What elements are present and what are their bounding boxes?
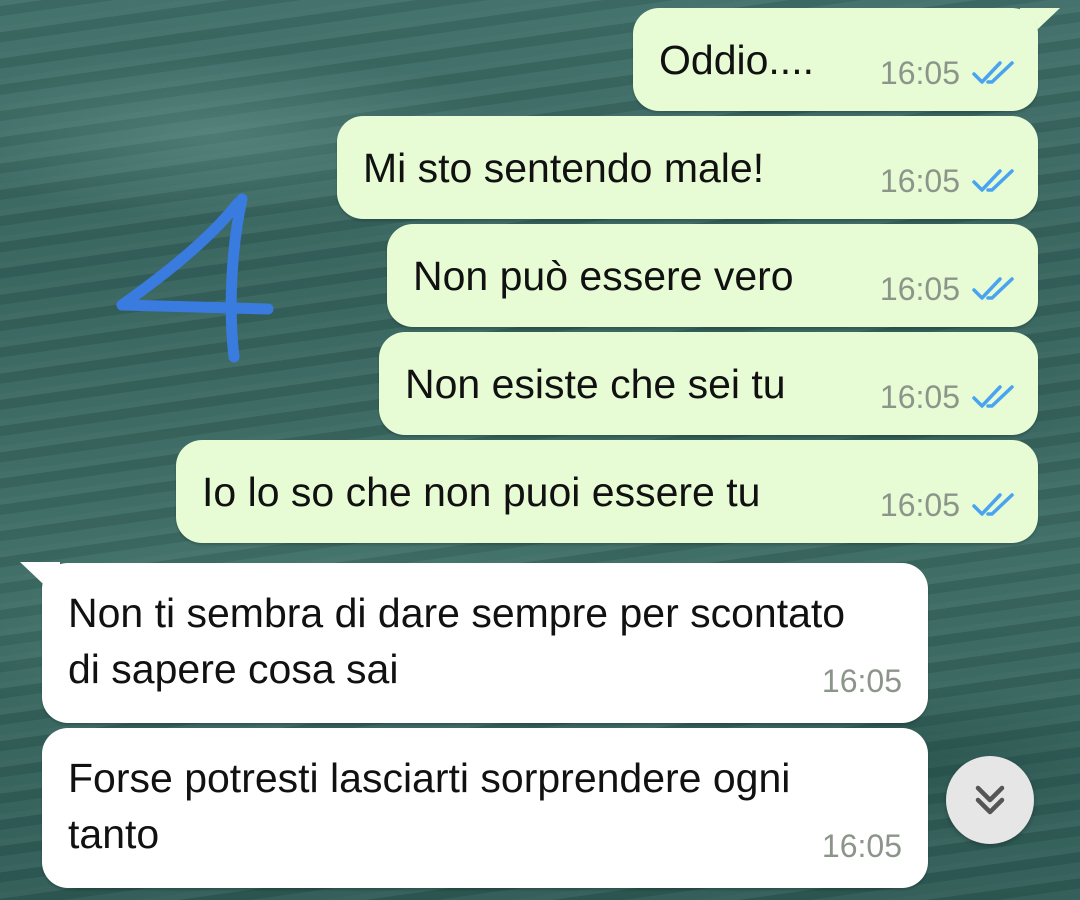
incoming-message[interactable]: Forse potresti lasciarti sorprendere ogn… <box>42 728 928 888</box>
double-check-icon <box>972 277 1014 300</box>
double-check-icon <box>972 493 1014 516</box>
chevron-double-down-icon <box>975 785 1005 815</box>
message-time: 16:05 <box>879 55 960 91</box>
message-meta: 16:05 <box>880 261 1016 317</box>
double-check-icon <box>972 385 1014 408</box>
message-text: Forse potresti lasciarti sorprendere ogn… <box>68 755 791 857</box>
double-check-icon <box>972 61 1014 84</box>
message-text: Oddio.... <box>659 37 814 83</box>
scroll-to-bottom-button[interactable] <box>946 756 1034 844</box>
double-check-icon <box>972 169 1014 192</box>
incoming-message[interactable]: Non ti sembra di dare sempre per scontat… <box>42 563 928 723</box>
message-meta: 16:05 <box>880 153 1016 209</box>
handwritten-number-annotation <box>116 193 274 363</box>
message-text: Mi sto sentendo male! <box>363 145 765 191</box>
message-time: 16:05 <box>879 487 960 523</box>
message-text: Non ti sembra di dare sempre per scontat… <box>68 590 846 692</box>
message-meta: 16:05 <box>880 45 1016 101</box>
message-text: Non può essere vero <box>413 253 794 299</box>
message-time: 16:05 <box>821 663 902 699</box>
message-time: 16:05 <box>879 163 960 199</box>
message-time: 16:05 <box>879 379 960 415</box>
message-text: Io lo so che non puoi essere tu <box>202 469 761 515</box>
message-meta: 16:05 <box>880 369 1016 425</box>
outgoing-message[interactable]: Io lo so che non puoi essere tu 16:05 <box>176 440 1038 543</box>
outgoing-message[interactable]: Oddio.... 16:05 <box>633 8 1038 111</box>
outgoing-message[interactable]: Non può essere vero 16:05 <box>387 224 1038 327</box>
message-text: Non esiste che sei tu <box>405 361 786 407</box>
message-time: 16:05 <box>821 828 902 864</box>
message-time: 16:05 <box>879 271 960 307</box>
outgoing-message[interactable]: Mi sto sentendo male! 16:05 <box>337 116 1038 219</box>
message-meta: 16:05 <box>880 477 1016 533</box>
outgoing-message[interactable]: Non esiste che sei tu 16:05 <box>379 332 1038 435</box>
